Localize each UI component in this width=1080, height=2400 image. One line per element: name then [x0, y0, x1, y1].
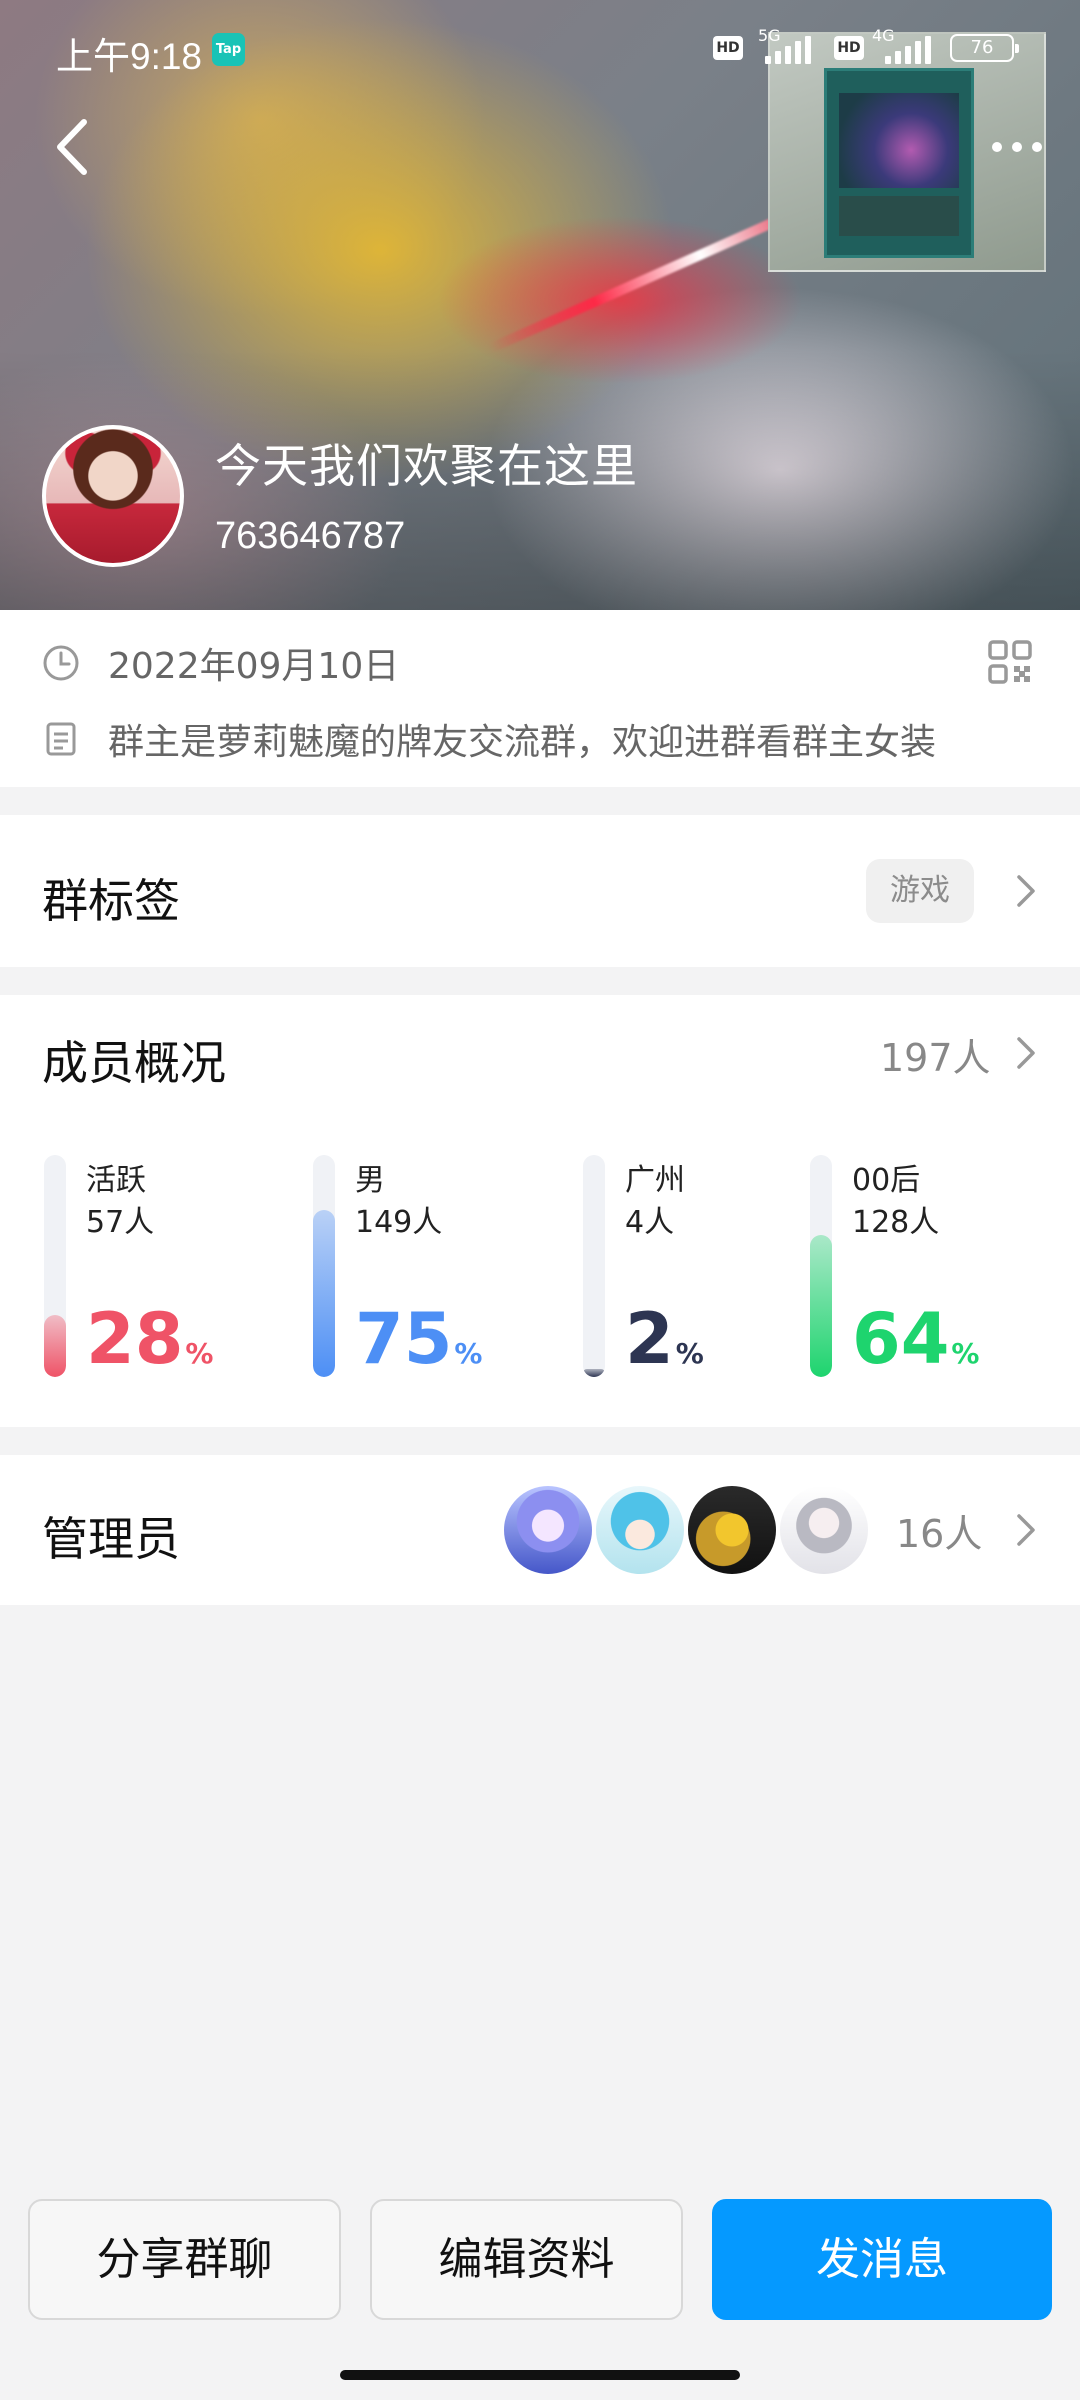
member-overview-title: 成员概况 — [42, 1036, 226, 1090]
member-overview-section: 成员概况 197人 活跃 57人 28% 男 149人 75% 广州 4人 2%… — [0, 995, 1080, 1427]
stat-percent-value: 75 — [355, 1298, 453, 1380]
stat-count: 128人 — [852, 1205, 940, 1240]
group-id: 763646787 — [215, 515, 406, 557]
stat-count: 4人 — [625, 1205, 675, 1240]
stat-percent-value: 28 — [86, 1298, 184, 1380]
group-tags-row[interactable]: 群标签 游戏 — [0, 815, 1080, 967]
stat-count: 149人 — [355, 1205, 443, 1240]
stat-percent-sign: % — [185, 1337, 214, 1370]
stat-percent: 64% — [852, 1297, 979, 1396]
created-date-row: 2022年09月10日 — [42, 637, 399, 689]
stat-percent-value: 64 — [852, 1298, 950, 1380]
admin-count: 16人 — [896, 1512, 983, 1556]
stat-label: 00后 — [852, 1163, 921, 1198]
stat-percent-value: 2 — [625, 1298, 674, 1380]
send-message-button[interactable]: 发消息 — [712, 2199, 1052, 2320]
admin-avatar[interactable] — [688, 1486, 776, 1574]
chevron-right-icon[interactable] — [1010, 1033, 1040, 1073]
admins-row[interactable]: 管理员 16人 — [0, 1455, 1080, 1605]
stat-bar-track — [583, 1155, 605, 1377]
stat-percent-sign: % — [454, 1337, 483, 1370]
battery-icon: 76 — [950, 34, 1019, 62]
signal-strength-icon — [765, 34, 815, 64]
more-dot — [1012, 142, 1022, 152]
group-name: 今天我们欢聚在这里 — [215, 439, 638, 493]
stat-bar-fill — [313, 1210, 335, 1377]
stat-bar-fill — [44, 1315, 66, 1377]
clock-icon — [43, 645, 79, 681]
description-row: 群主是萝莉魅魔的牌友交流群，欢迎进群看群主女装 — [42, 713, 936, 765]
status-bar: 上午9:18 Tap HD 5G HD 4G 76 — [0, 0, 1080, 100]
stat-label: 活跃 — [86, 1163, 146, 1198]
share-group-button[interactable]: 分享群聊 — [28, 2199, 341, 2320]
stat-active: 活跃 57人 28% — [44, 1155, 284, 1385]
stat-bar-track — [44, 1155, 66, 1377]
admin-avatar[interactable] — [504, 1486, 592, 1574]
tap-app-icon: Tap — [212, 33, 245, 66]
stat-percent-sign: % — [675, 1337, 704, 1370]
hd-icon: HD — [713, 36, 743, 60]
more-dots-icon — [992, 142, 1002, 152]
stat-bar-track — [810, 1155, 832, 1377]
tags-title: 群标签 — [42, 874, 180, 928]
chevron-left-icon — [57, 119, 87, 175]
hd-icon-2: HD — [834, 36, 864, 60]
qr-code-icon[interactable] — [988, 640, 1032, 684]
card-text-box — [839, 196, 959, 236]
more-dot — [1032, 142, 1042, 152]
edit-profile-button[interactable]: 编辑资料 — [370, 2199, 683, 2320]
group-avatar[interactable] — [42, 425, 184, 567]
stat-percent: 28% — [86, 1297, 213, 1396]
chevron-right-icon — [1017, 1514, 1035, 1546]
stat-percent: 75% — [355, 1297, 482, 1396]
stat-location: 广州 4人 2% — [583, 1155, 823, 1385]
stat-percent-sign: % — [951, 1337, 980, 1370]
stat-label: 广州 — [625, 1163, 685, 1198]
signal-strength-icon-2 — [885, 34, 935, 64]
stat-bar-fill — [583, 1369, 605, 1377]
group-description: 群主是萝莉魅魔的牌友交流群，欢迎进群看群主女装 — [108, 722, 937, 763]
stat-count: 57人 — [86, 1205, 155, 1240]
admins-title: 管理员 — [42, 1512, 180, 1566]
stat-age-group: 00后 128人 64% — [810, 1155, 1050, 1385]
created-date: 2022年09月10日 — [108, 646, 400, 687]
stat-bar-fill — [810, 1235, 832, 1377]
admin-avatar[interactable] — [596, 1486, 684, 1574]
stat-bar-track — [313, 1155, 335, 1377]
back-button[interactable] — [48, 112, 98, 182]
stat-percent: 2% — [625, 1297, 704, 1396]
card-artwork — [839, 93, 959, 188]
home-indicator[interactable] — [340, 2370, 740, 2380]
more-options-button[interactable] — [990, 128, 1050, 168]
tag-chip: 游戏 — [866, 859, 974, 923]
document-icon — [46, 722, 76, 756]
group-info-section: 2022年09月10日 群主是萝莉魅魔的牌友交流群，欢迎进群看群主女装 — [0, 610, 1080, 787]
stat-label: 男 — [355, 1163, 385, 1198]
member-total-link[interactable]: 197人 — [880, 1027, 991, 1082]
chevron-right-icon — [1017, 875, 1035, 907]
status-time: 上午9:18 — [56, 36, 203, 77]
admin-avatar[interactable] — [780, 1486, 868, 1574]
stat-male: 男 149人 75% — [313, 1155, 553, 1385]
